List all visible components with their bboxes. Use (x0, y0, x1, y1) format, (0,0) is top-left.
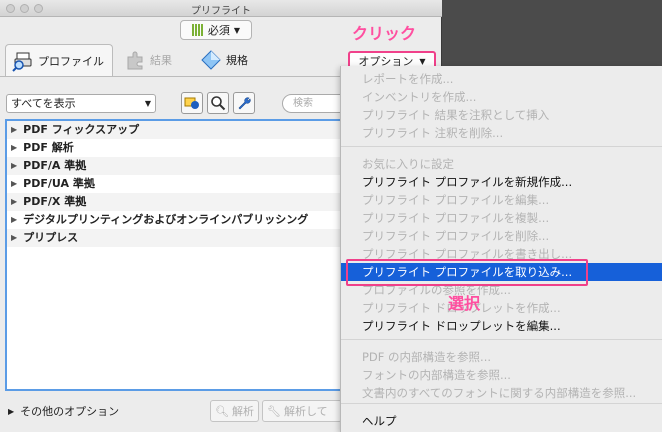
menu-item[interactable]: プリフライト ドロップレットを編集... (341, 317, 662, 335)
printer-magnifier-icon (12, 50, 34, 72)
menu-item[interactable]: ヘルプ (341, 412, 662, 430)
analyze-button[interactable]: 🔍︎ 解析 (210, 400, 259, 422)
profile-select-icon (184, 97, 199, 109)
required-dropdown-button[interactable]: 必須 ▼ (180, 20, 252, 40)
list-item[interactable]: ▶ PDF フィックスアップ (7, 121, 343, 139)
edit-button[interactable] (233, 92, 255, 114)
filter-select[interactable]: すべてを表示 ▼ (6, 94, 156, 113)
list-item[interactable]: ▶ プリプレス (7, 229, 343, 247)
disclosure-triangle-icon[interactable]: ▶ (11, 175, 17, 193)
tab-results[interactable]: 結果 (124, 44, 172, 76)
analyze-and-fix-button[interactable]: 🔧︎ 解析して (262, 400, 342, 422)
menu-item: プリフライト 結果を注釈として挿入 (362, 108, 550, 122)
menu-item: 文書内のすべてのフォントに関する内部構造を参照... (362, 386, 637, 400)
menu-item: インベントリを作成... (362, 90, 477, 104)
list-item[interactable]: ▶ PDF/X 準拠 (7, 193, 343, 211)
tab-profiles[interactable]: プロファイル (5, 44, 113, 76)
disclosure-triangle-icon[interactable]: ▶ (11, 211, 17, 229)
diamond-icon (200, 49, 222, 71)
menu-item: お気に入りに設定 (362, 157, 454, 171)
menu-item: フォントの内部構造を参照... (362, 368, 511, 382)
select-annotation-box (346, 259, 588, 286)
disclosure-triangle-icon[interactable]: ▶ (11, 193, 17, 211)
menu-item: プリフライト プロファイルを複製... (362, 211, 550, 225)
menu-separator (341, 339, 662, 340)
profile-list: ▶ PDF フィックスアップ ▶ PDF 解析 ▶ PDF/A 準拠 ▶ PDF/UA … (5, 119, 345, 391)
wrench-icon: 🔧︎ (267, 404, 281, 418)
chevron-down-icon: ▼ (233, 25, 241, 35)
list-item[interactable]: ▶ デジタルプリンティングおよびオンラインパブリッシング (7, 211, 343, 229)
disclosure-triangle-icon[interactable]: ▶ (11, 157, 17, 175)
find-button[interactable] (207, 92, 229, 114)
magnifier-icon (211, 96, 226, 111)
select-annotation: 選択 (448, 294, 481, 313)
required-label: 必須 (207, 24, 230, 37)
menu-separator (341, 403, 662, 404)
more-options-toggle[interactable]: ▶ その他のオプション (8, 403, 119, 419)
wrench-icon (238, 97, 251, 110)
disclosure-triangle-icon[interactable]: ▶ (11, 139, 17, 157)
disclosure-triangle-icon: ▶ (8, 406, 15, 416)
menu-separator (341, 146, 662, 147)
click-annotation: クリック (352, 24, 417, 43)
tab-standards[interactable]: 規格 (200, 44, 248, 76)
list-item[interactable]: ▶ PDF/UA 準拠 (7, 175, 343, 193)
menu-item: プリフライト ドロップレットを作成... (362, 301, 561, 315)
menu-item: プリフライト プロファイルを編集... (362, 193, 550, 207)
list-item[interactable]: ▶ PDF/A 準拠 (7, 157, 343, 175)
tab-standards-label: 規格 (226, 54, 248, 67)
menu-item[interactable]: プリフライト プロファイルを新規作成... (341, 173, 662, 191)
menu-item: PDF の内部構造を参照... (362, 350, 492, 364)
magnifier-icon: 🔍︎ (215, 404, 229, 418)
select-profiles-button[interactable] (181, 92, 203, 114)
window-title: プリフライト (191, 6, 251, 17)
disclosure-triangle-icon[interactable]: ▶ (11, 121, 17, 139)
title-bar: プリフライト (0, 0, 442, 17)
menu-item: レポートを作成... (362, 72, 454, 86)
options-menu: レポートを作成... インベントリを作成... プリフライト 結果を注釈として挿入プ… (340, 66, 662, 432)
more-options-label: その他のオプション (20, 405, 120, 418)
disclosure-triangle-icon[interactable]: ▶ (11, 229, 17, 247)
bar-chart-icon (191, 24, 204, 36)
chevron-down-icon: ▼ (419, 56, 426, 66)
menu-item: プリフライト プロファイルを削除... (362, 229, 550, 243)
puzzle-icon (124, 49, 146, 71)
tab-results-label: 結果 (150, 54, 172, 67)
filter-value: すべてを表示 (11, 97, 76, 110)
search-input[interactable]: 検索 (282, 94, 342, 113)
chevron-down-icon: ▼ (144, 99, 151, 108)
menu-item: プリフライト 注釈を削除... (362, 126, 504, 140)
list-item[interactable]: ▶ PDF 解析 (7, 139, 343, 157)
tab-profiles-label: プロファイル (38, 54, 104, 68)
